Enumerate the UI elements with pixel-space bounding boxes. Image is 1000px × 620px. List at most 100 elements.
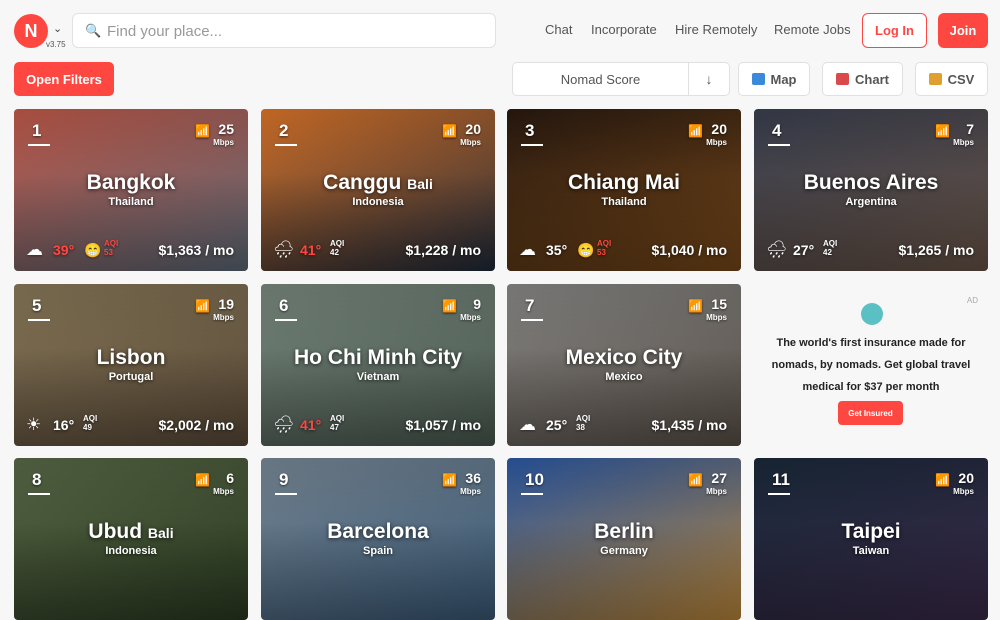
rain-icon: 🌧 <box>273 415 295 434</box>
city-name: Ubud Bali <box>14 520 248 544</box>
temperature: 35° <box>546 242 568 258</box>
csv-export-button[interactable]: CSV <box>915 62 988 96</box>
country-name: Thailand <box>108 196 154 208</box>
ad-text: The world's first insurance made for nom… <box>771 337 971 393</box>
city-card[interactable]: 4 📶 7 Mbps Buenos Aires Argentina 🌧 27° … <box>754 109 988 271</box>
country-name: Spain <box>363 545 393 557</box>
sort-direction-button[interactable]: ↓ <box>689 63 729 95</box>
rank-number: 2 <box>279 121 289 140</box>
city-card[interactable]: 7 📶 15 Mbps Mexico City Mexico ☁ 25° AQI… <box>507 284 741 446</box>
internet-speed: 27 <box>711 470 727 486</box>
city-label: Lisbon <box>96 346 166 369</box>
nav-remote-jobs[interactable]: Remote Jobs <box>774 22 851 37</box>
temperature: 27° <box>793 242 815 258</box>
city-card[interactable]: 6 📶 9 Mbps Ho Chi Minh City Vietnam 🌧 41… <box>261 284 495 446</box>
chart-view-button[interactable]: Chart <box>822 62 903 96</box>
rank-number: 11 <box>772 470 790 489</box>
country-name: Argentina <box>845 196 897 208</box>
wifi-icon: 📶 <box>442 299 457 313</box>
sort-label[interactable]: Nomad Score <box>513 63 689 95</box>
city-name: Mexico City <box>507 346 741 370</box>
rank-number: 10 <box>525 470 544 489</box>
speed-unit: Mbps <box>213 487 234 496</box>
cost-of-living: $1,435 / mo <box>651 417 728 433</box>
city-card[interactable]: 11 📶 20 Mbps Taipei Taiwan <box>754 458 988 620</box>
country-name: Indonesia <box>105 545 157 557</box>
aqi-label: AQI <box>83 414 98 423</box>
cloudy-icon: ☁ <box>519 240 536 259</box>
speed-unit: Mbps <box>460 138 481 147</box>
city-label: Buenos Aires <box>803 171 939 194</box>
wifi-icon: 📶 <box>195 473 210 487</box>
nav-incorporate[interactable]: Incorporate <box>591 22 657 37</box>
cloudy-icon: ☁ <box>26 240 43 259</box>
nav-hire-remotely[interactable]: Hire Remotely <box>675 22 757 37</box>
wifi-icon: 📶 <box>688 299 703 313</box>
rank-number: 9 <box>279 470 289 489</box>
nomad-logo[interactable]: N <box>14 14 48 48</box>
internet-speed: 20 <box>465 121 481 137</box>
wifi-icon: 📶 <box>195 124 210 138</box>
rank-underline <box>28 144 50 146</box>
temperature: 41° <box>300 417 322 433</box>
ad-card: AD The world's first insurance made for … <box>754 284 988 446</box>
city-card[interactable]: 3 📶 20 Mbps Chiang Mai Thailand ☁ 35° AQ… <box>507 109 741 271</box>
rank-underline <box>521 319 543 321</box>
city-card[interactable]: 9 📶 36 Mbps Barcelona Spain <box>261 458 495 620</box>
rank-underline <box>28 493 50 495</box>
cost-of-living: $1,363 / mo <box>158 242 235 258</box>
city-label: Barcelona <box>327 520 429 543</box>
city-label: Taipei <box>841 520 901 543</box>
rank-underline <box>28 319 50 321</box>
sort-select[interactable]: Nomad Score ↓ <box>512 62 730 96</box>
internet-speed: 20 <box>958 470 974 486</box>
temperature: 16° <box>53 417 75 433</box>
city-label: Berlin <box>594 520 654 543</box>
air-quality: AQI 42 <box>330 239 344 257</box>
city-card[interactable]: 2 📶 20 Mbps Canggu Bali Indonesia 🌧 41° … <box>261 109 495 271</box>
search-box[interactable]: 🔍 <box>72 13 496 48</box>
country-name: Taiwan <box>852 545 890 557</box>
internet-speed: 36 <box>465 470 481 486</box>
cost-of-living: $2,002 / mo <box>158 417 235 433</box>
aqi-label: AQI <box>104 239 119 248</box>
csv-label: CSV <box>947 71 975 87</box>
city-card[interactable]: 5 📶 19 Mbps Lisbon Portugal ☀ 16° AQI 49… <box>14 284 248 446</box>
city-card[interactable]: 10 📶 27 Mbps Berlin Germany <box>507 458 741 620</box>
internet-speed: 19 <box>218 296 234 312</box>
wifi-icon: 📶 <box>688 473 703 487</box>
rank-number: 4 <box>772 121 782 140</box>
city-name: Taipei <box>754 520 988 544</box>
city-name: Berlin <box>507 520 741 544</box>
aqi-label: AQI <box>330 239 345 248</box>
rank-underline <box>275 493 297 495</box>
chevron-down-icon[interactable]: ⌄ <box>53 22 62 35</box>
join-button[interactable]: Join <box>938 13 988 48</box>
air-quality: AQI 49 <box>83 414 97 432</box>
login-button[interactable]: Log In <box>862 13 927 48</box>
map-view-button[interactable]: Map <box>738 62 810 96</box>
map-icon <box>751 73 765 85</box>
city-label: Ho Chi Minh City <box>294 346 462 369</box>
speed-unit: Mbps <box>953 487 974 496</box>
city-label: Chiang Mai <box>567 171 680 194</box>
chart-icon <box>836 73 850 85</box>
city-card[interactable]: 8 📶 6 Mbps Ubud Bali Indonesia <box>14 458 248 620</box>
cost-of-living: $1,228 / mo <box>405 242 482 258</box>
city-label: Bangkok <box>86 171 176 194</box>
city-card[interactable]: 1 📶 25 Mbps Bangkok Thailand ☁ 39° AQI 5… <box>14 109 248 271</box>
speed-unit: Mbps <box>213 313 234 322</box>
internet-speed: 25 <box>218 121 234 137</box>
speed-unit: Mbps <box>706 313 727 322</box>
speed-unit: Mbps <box>213 138 234 147</box>
grinning-face-icon: 😁 <box>577 242 595 258</box>
search-input[interactable] <box>107 20 477 42</box>
rank-number: 6 <box>279 296 289 315</box>
nav-chat[interactable]: Chat <box>545 22 572 37</box>
map-view-label: Map <box>770 71 797 87</box>
open-filters-button[interactable]: Open Filters <box>14 62 114 96</box>
rank-underline <box>521 144 543 146</box>
city-label: Canggu <box>323 171 402 194</box>
get-insured-button[interactable]: Get Insured <box>838 401 903 425</box>
country-name: Germany <box>600 545 648 557</box>
